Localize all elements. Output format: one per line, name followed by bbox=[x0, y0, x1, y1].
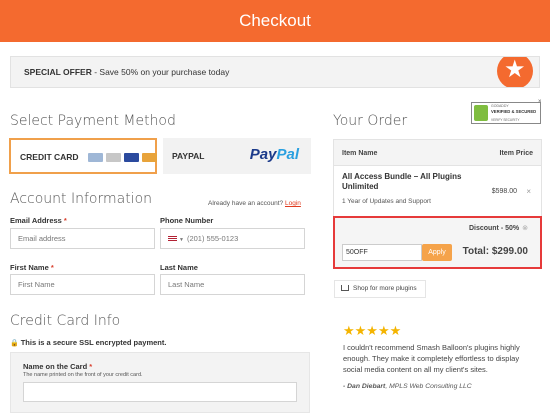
first-name-placeholder: First Name bbox=[18, 280, 55, 289]
email-label-text: Email Address bbox=[10, 216, 62, 225]
last-name-placeholder: Last Name bbox=[168, 280, 205, 289]
discount-label: Discount - 50% ⊗ bbox=[469, 224, 528, 232]
remove-discount-icon[interactable]: ⊗ bbox=[522, 225, 528, 232]
account-info-heading: Account Information bbox=[10, 191, 153, 207]
rating-stars-icon: ★★★★★ bbox=[343, 323, 402, 338]
order-table-header: Item Name Item Price bbox=[334, 140, 541, 166]
ssl-text: This is a secure SSL encrypted payment. bbox=[20, 338, 167, 347]
cart-icon bbox=[341, 285, 349, 291]
order-total: Total: $299.00 bbox=[462, 246, 528, 257]
visa-icon bbox=[124, 153, 139, 162]
lock-icon: 🔒 bbox=[10, 340, 19, 347]
required-mark: * bbox=[63, 216, 67, 225]
chevron-down-icon[interactable]: ▼ bbox=[179, 237, 184, 243]
testimonial: ★★★★★ I couldn't recommend Smash Balloon… bbox=[333, 308, 542, 413]
paypal-logo-b: Pal bbox=[276, 146, 299, 163]
credit-card-option[interactable]: CREDIT CARD bbox=[9, 138, 157, 174]
login-prompt: Already have an account? Login bbox=[208, 200, 301, 207]
card-name-label-text: Name on the Card bbox=[23, 362, 88, 371]
first-name-field[interactable]: First Name bbox=[10, 274, 155, 295]
special-offer-banner: SPECIAL OFFER - Save 50% on your purchas… bbox=[10, 56, 540, 88]
phone-label: Phone Number bbox=[160, 216, 214, 225]
order-table: Item Name Item Price All Access Bundle –… bbox=[333, 139, 542, 218]
badge-line3: VERIFY SECURITY bbox=[491, 118, 520, 122]
paypal-label: PAYPAL bbox=[172, 151, 205, 161]
col-item-name: Item Name bbox=[342, 150, 378, 157]
coupon-input[interactable]: 50OFF bbox=[342, 244, 422, 261]
phone-field[interactable]: ▼ (201) 555-0123 bbox=[160, 228, 305, 249]
mastercard-icon bbox=[142, 153, 157, 162]
email-label: Email Address * bbox=[10, 216, 67, 225]
checkout-header: Checkout bbox=[0, 0, 550, 42]
required-mark: * bbox=[89, 362, 93, 371]
credit-card-info-heading: Credit Card Info bbox=[10, 313, 121, 329]
amex-icon bbox=[88, 153, 103, 162]
your-order-heading: Your Order bbox=[333, 113, 408, 129]
credit-card-label: CREDIT CARD bbox=[20, 152, 79, 162]
last-name-field[interactable]: Last Name bbox=[160, 274, 305, 295]
discover-icon bbox=[106, 153, 121, 162]
badge-close-icon[interactable]: × bbox=[538, 99, 542, 105]
badge-line2: VERIFIED & SECURED bbox=[491, 109, 537, 114]
phone-placeholder: (201) 555-0123 bbox=[186, 234, 239, 243]
paypal-logo-a: Pay bbox=[249, 146, 277, 163]
us-flag-icon bbox=[168, 236, 177, 243]
testimonial-quote: I couldn't recommend Smash Balloon's plu… bbox=[343, 343, 520, 374]
login-link[interactable]: Login bbox=[285, 200, 301, 207]
card-details-box: Name on the Card * The name printed on t… bbox=[10, 352, 310, 413]
first-name-label-text: First Name bbox=[10, 263, 49, 272]
ssl-notice: 🔒 This is a secure SSL encrypted payment. bbox=[10, 338, 166, 347]
item-price: $598.00 bbox=[491, 188, 517, 195]
offer-text: - Save 50% on your purchase today bbox=[91, 67, 230, 77]
apply-button[interactable]: Apply bbox=[422, 244, 452, 261]
discount-box: Discount - 50% ⊗ 50OFF Apply Total: $299.… bbox=[333, 216, 542, 269]
required-mark: * bbox=[50, 263, 54, 272]
card-name-label: Name on the Card * bbox=[23, 362, 92, 371]
discount-text: Discount - 50% bbox=[468, 225, 520, 232]
card-name-help: The name printed on the front of your cr… bbox=[23, 372, 143, 378]
author-org: , MPLS Web Consulting LLC bbox=[385, 383, 472, 390]
shop-more-label: Shop for more plugins bbox=[353, 285, 417, 292]
offer-title: SPECIAL OFFER bbox=[24, 67, 92, 77]
login-prompt-text: Already have an account? bbox=[208, 200, 284, 207]
security-badge[interactable]: GODADDY VERIFIED & SECURED VERIFY SECURI… bbox=[471, 102, 541, 124]
star-icon bbox=[497, 57, 533, 87]
email-placeholder: Email address bbox=[18, 234, 66, 243]
item-subtitle: 1 Year of Updates and Support bbox=[342, 198, 431, 205]
coupon-value: 50OFF bbox=[346, 249, 368, 256]
paypal-option[interactable]: PAYPAL PayPal bbox=[163, 138, 311, 174]
paypal-logo: PayPal bbox=[250, 146, 299, 163]
card-name-field[interactable] bbox=[23, 382, 297, 402]
email-field[interactable]: Email address bbox=[10, 228, 155, 249]
author-name: - Dan Diebart bbox=[343, 383, 386, 390]
col-item-price: Item Price bbox=[499, 150, 533, 157]
page-title: Checkout bbox=[239, 11, 311, 30]
item-name: All Access Bundle – All Plugins Unlimite… bbox=[342, 172, 462, 191]
payment-method-heading: Select Payment Method bbox=[10, 113, 176, 129]
first-name-label: First Name * bbox=[10, 263, 54, 272]
shield-icon bbox=[474, 105, 488, 121]
shop-more-button[interactable]: Shop for more plugins bbox=[334, 280, 426, 298]
remove-item-icon[interactable]: × bbox=[526, 187, 531, 196]
badge-line1: GODADDY bbox=[491, 104, 509, 108]
testimonial-author: - Dan Diebart, MPLS Web Consulting LLC bbox=[343, 383, 472, 390]
last-name-label: Last Name bbox=[160, 263, 198, 272]
